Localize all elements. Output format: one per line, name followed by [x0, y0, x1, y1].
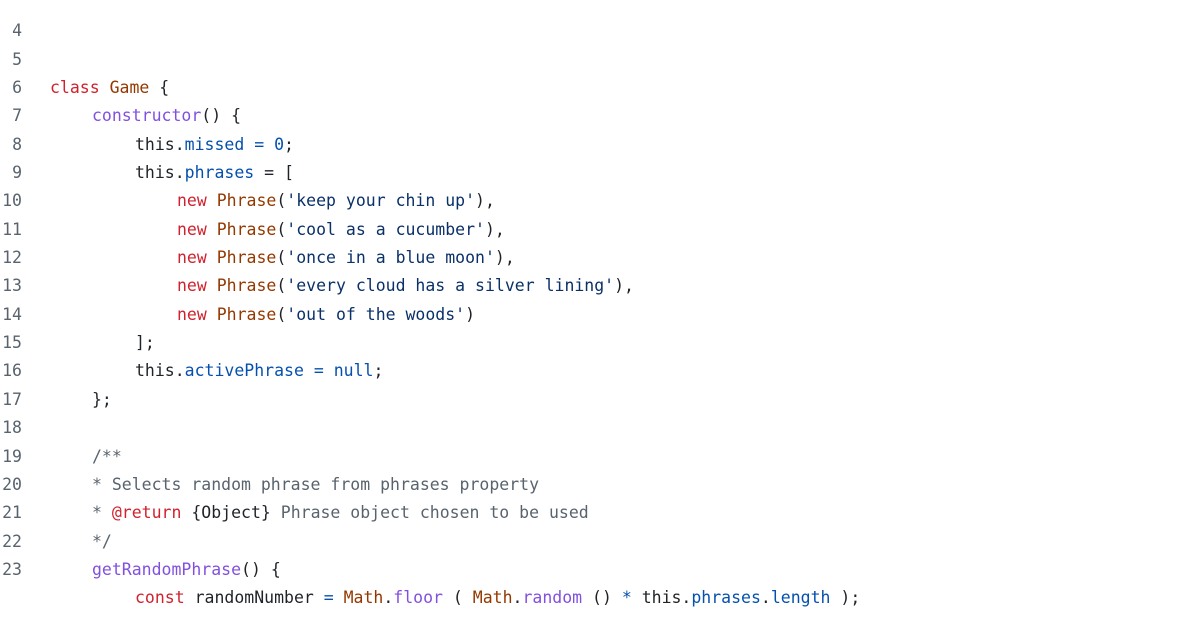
object-name: Math [333, 588, 384, 608]
punctuation: . [760, 588, 771, 608]
operator: * [621, 588, 632, 608]
function-name: floor [393, 588, 443, 608]
function-name: random [522, 588, 583, 608]
keyword-const: const [135, 588, 185, 608]
operator: = [323, 588, 334, 608]
code-line: 22 getRandomPhrase() { [0, 499, 1200, 579]
line-number: 23 [2, 559, 22, 579]
code-line: 18 /** [0, 386, 1200, 465]
code-line: 21 */ [0, 471, 1200, 550]
object-name: Math [472, 588, 513, 608]
this-keyword: this. [631, 588, 692, 608]
punctuation: . [512, 588, 523, 608]
code-line: 11 new Phrase('once in a blue moon'), [0, 187, 1200, 267]
code-view: 4 5 class Game { 6 constructor() { 7 thi… [0, 0, 1200, 607]
code-line: 5 class Game { [0, 17, 1200, 97]
code-line: 20 * @return {Object} Phrase object chos… [0, 443, 1200, 522]
code-line: 4 [0, 0, 1200, 40]
code-line: 19 * Selects random phrase from phrases … [0, 414, 1200, 494]
code-text: getRandomPhrase() { [50, 556, 281, 584]
code-line: 23 const randomNumber = Math.floor ( Mat… [0, 528, 1200, 607]
punctuation: . [383, 588, 394, 608]
code-line: 15 this.activePhrase = null; [0, 301, 1200, 380]
punctuation: ( [442, 588, 473, 608]
punctuation: ); [830, 588, 861, 608]
code-line: 14 ]; [0, 272, 1200, 352]
method-name: getRandomPhrase [92, 559, 242, 579]
code-line: 8 this.phrases = [ [0, 102, 1200, 182]
punctuation: () [582, 588, 622, 608]
code-line: 13 new Phrase('out of the woods') [0, 244, 1200, 323]
property-name: phrases [691, 588, 761, 608]
property-name: length [770, 588, 831, 608]
punctuation: () { [241, 559, 281, 579]
code-line: 6 constructor() { [0, 46, 1200, 125]
code-line: 9 new Phrase('keep your chin up'), [0, 131, 1200, 210]
code-line: 17 [0, 357, 1200, 409]
code-text: const randomNumber = Math.floor ( Math.r… [50, 584, 860, 612]
code-line: 10 new Phrase('cool as a cucumber'), [0, 159, 1200, 238]
code-line: 12 new Phrase('every cloud has a silver … [0, 216, 1200, 295]
variable-name: randomNumber [184, 588, 324, 608]
code-line: 7 this.missed = 0; [0, 74, 1200, 153]
code-line: 16 }; [0, 329, 1200, 408]
